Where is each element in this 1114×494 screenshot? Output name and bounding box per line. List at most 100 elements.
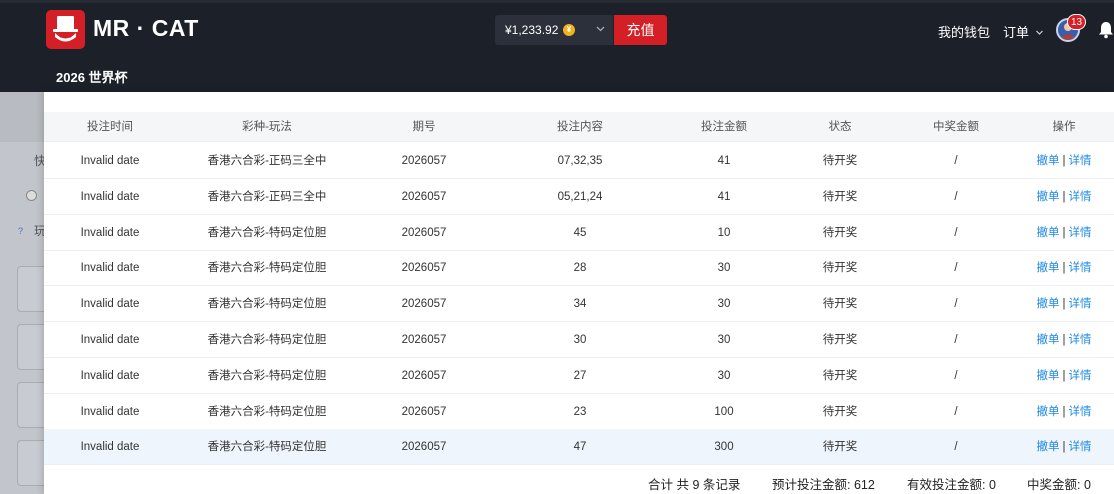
action-separator: | <box>1062 369 1066 382</box>
table-row: Invalid date 香港六合彩-特码定位胆 2026057 23 100 待开奖 / 撤… <box>44 394 1114 430</box>
table-cell-status: 待开奖 <box>822 298 858 311</box>
header-accent <box>0 0 1114 3</box>
table-row: Invalid date 香港六合彩-正码三全中 2026057 07,32,35 41… <box>44 143 1114 179</box>
table-row: Invalid date 香港六合彩-特码定位胆 2026057 27 30 待开奖 / 撤单… <box>44 358 1114 394</box>
bet-detail-link[interactable]: 详情 <box>1069 262 1092 274</box>
bet-detail-link[interactable]: 详情 <box>1069 406 1092 418</box>
table-cell-issue: 2026057 <box>401 441 447 454</box>
orders-menu[interactable]: 订单 <box>1003 22 1044 41</box>
table-cell-issue: 2026057 <box>401 298 447 311</box>
table-cell-status: 待开奖 <box>822 155 858 167</box>
table-cell-game: 香港六合彩-特码定位胆 <box>207 298 327 311</box>
recharge-button[interactable]: 充值 <box>614 15 667 45</box>
cancel-bet-link[interactable]: 撤单 <box>1037 441 1060 453</box>
table-cell-game: 香港六合彩-正码三全中 <box>207 155 327 167</box>
table-cell-actions: 撤单 | 详情 <box>1024 394 1104 430</box>
bet-detail-link[interactable]: 详情 <box>1069 370 1092 382</box>
table-cell-actions: 撤单 | 详情 <box>1024 250 1104 286</box>
table-cell-win: / <box>954 262 958 275</box>
bet-records-panel: 投注时间 彩种-玩法 期号 投注内容 投注金额 状态 中奖金额 操作 Inval… <box>44 92 1114 494</box>
table-cell-status: 待开奖 <box>822 190 858 203</box>
table-cell-time: Invalid date <box>80 334 140 346</box>
table-cell-amount: 10 <box>717 226 731 239</box>
help-icon: ? <box>18 226 24 236</box>
table-cell-time: Invalid date <box>80 155 140 167</box>
summary-winning-amount: 中奖金额: 0 <box>1027 478 1091 492</box>
table-cell-time: Invalid date <box>80 262 140 275</box>
table-cell-status: 待开奖 <box>822 405 858 418</box>
wallet-link[interactable]: 我的钱包 <box>938 22 990 41</box>
table-cell-content: 07,32,35 <box>557 155 603 167</box>
brand-name[interactable]: MR · CAT <box>93 15 199 42</box>
summary-expected-amount: 预计投注金额: 612 <box>772 478 875 492</box>
cancel-bet-link[interactable]: 撤单 <box>1037 191 1060 203</box>
background-input <box>17 382 47 428</box>
balance-selector[interactable]: ¥1,233.92 ¥ <box>495 15 613 45</box>
bet-detail-link[interactable]: 详情 <box>1069 298 1092 310</box>
cancel-bet-link[interactable]: 撤单 <box>1037 406 1060 418</box>
table-cell-win: / <box>954 405 958 418</box>
bet-detail-link[interactable]: 详情 <box>1069 155 1092 167</box>
chevron-down-icon <box>1035 29 1044 39</box>
table-cell-win: / <box>954 190 958 203</box>
background-input <box>17 440 47 486</box>
table-cell-content: 34 <box>573 298 587 311</box>
table-cell-game: 香港六合彩-特码定位胆 <box>207 405 327 418</box>
table-header: 投注时间 彩种-玩法 期号 投注内容 投注金额 状态 中奖金额 操作 <box>44 112 1114 142</box>
table-cell-issue: 2026057 <box>401 369 447 382</box>
table-cell-content: 30 <box>573 334 587 346</box>
table-cell-win: / <box>954 334 958 346</box>
bell-icon[interactable] <box>1098 21 1114 39</box>
cat-hat-logo-icon[interactable] <box>46 10 85 49</box>
table-cell-status: 待开奖 <box>822 262 858 275</box>
table-cell-actions: 撤单 | 详情 <box>1024 286 1104 322</box>
table-cell-amount: 41 <box>717 190 731 203</box>
column-header: 投注金额 <box>701 121 747 133</box>
table-cell-amount: 41 <box>717 155 731 167</box>
table-cell-actions: 撤单 | 详情 <box>1024 143 1104 179</box>
column-header: 操作 <box>1052 121 1076 133</box>
table-cell-game: 香港六合彩-特码定位胆 <box>207 334 327 346</box>
column-header: 期号 <box>412 121 436 133</box>
action-separator: | <box>1062 334 1066 346</box>
coin-icon: ¥ <box>563 24 575 36</box>
table-cell-time: Invalid date <box>80 405 140 418</box>
bet-detail-link[interactable]: 详情 <box>1069 441 1092 453</box>
action-separator: | <box>1062 441 1066 454</box>
column-header: 投注内容 <box>557 121 603 133</box>
action-separator: | <box>1062 405 1066 418</box>
action-separator: | <box>1062 155 1066 167</box>
summary-record-count: 合计 共 9 条记录 <box>648 478 741 492</box>
cancel-bet-link[interactable]: 撤单 <box>1037 334 1060 346</box>
table-cell-content: 28 <box>573 262 587 275</box>
cancel-bet-link[interactable]: 撤单 <box>1037 298 1060 310</box>
bet-detail-link[interactable]: 详情 <box>1069 191 1092 203</box>
table-cell-actions: 撤单 | 详情 <box>1024 429 1104 465</box>
table-row: Invalid date 香港六合彩-特码定位胆 2026057 34 30 待开奖 / 撤单… <box>44 286 1114 323</box>
bet-detail-link[interactable]: 详情 <box>1069 334 1092 346</box>
cancel-bet-link[interactable]: 撤单 <box>1037 155 1060 167</box>
column-header: 状态 <box>828 121 852 133</box>
table-cell-status: 待开奖 <box>822 441 858 454</box>
cancel-bet-link[interactable]: 撤单 <box>1037 370 1060 382</box>
balance-amount: ¥1,233.92 <box>505 23 559 37</box>
table-cell-win: / <box>954 369 958 382</box>
table-cell-game: 香港六合彩-特码定位胆 <box>207 262 327 275</box>
table-cell-issue: 2026057 <box>401 262 447 275</box>
table-cell-game: 香港六合彩-正码三全中 <box>207 190 327 203</box>
table-cell-status: 待开奖 <box>822 369 858 382</box>
cancel-bet-link[interactable]: 撤单 <box>1037 227 1060 239</box>
table-cell-amount: 30 <box>717 298 731 311</box>
bet-detail-link[interactable]: 详情 <box>1069 227 1092 239</box>
table-cell-status: 待开奖 <box>822 226 858 239</box>
cancel-bet-link[interactable]: 撤单 <box>1037 262 1060 274</box>
table-cell-issue: 2026057 <box>401 226 447 239</box>
table-cell-amount: 100 <box>714 405 734 418</box>
background-block <box>0 92 44 142</box>
table-cell-content: 27 <box>573 369 587 382</box>
table-cell-win: / <box>954 441 958 454</box>
table-cell-game: 香港六合彩-特码定位胆 <box>207 369 327 382</box>
table-cell-issue: 2026057 <box>401 190 447 203</box>
table-cell-game: 香港六合彩-特码定位胆 <box>207 226 327 239</box>
chevron-down-icon[interactable] <box>595 23 606 37</box>
